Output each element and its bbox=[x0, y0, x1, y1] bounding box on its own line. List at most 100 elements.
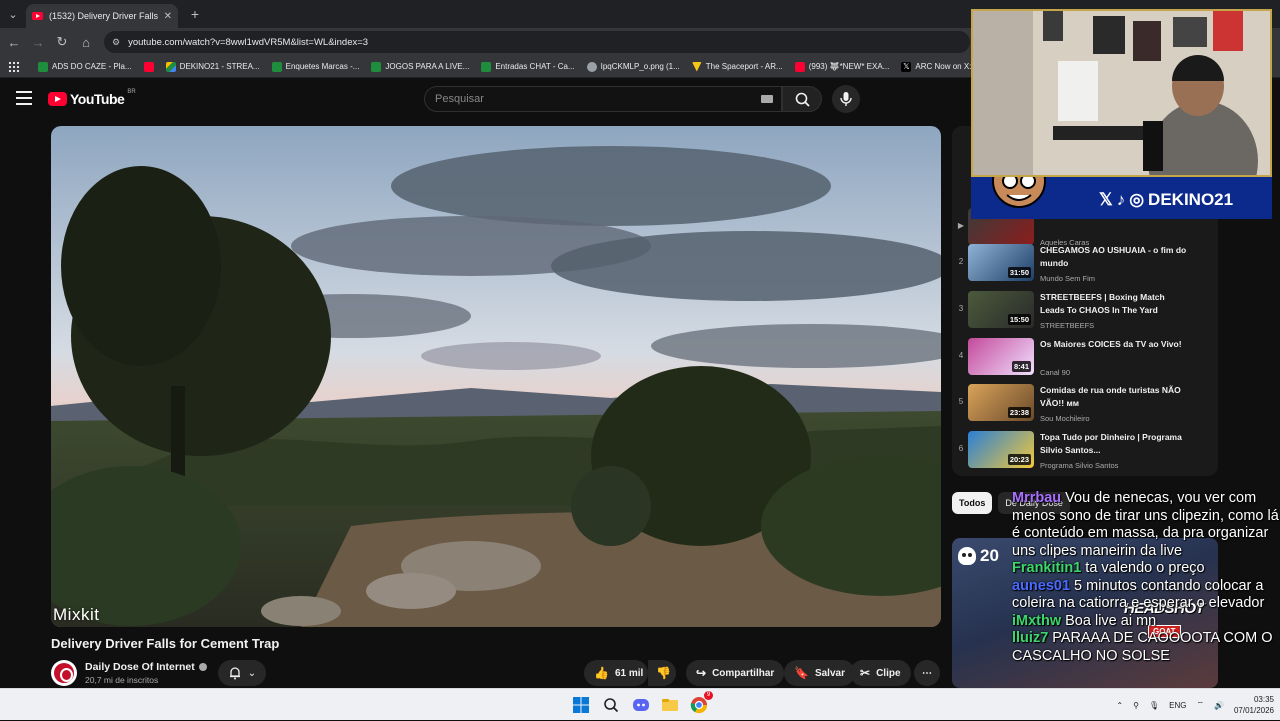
playlist-item[interactable]: 3 15:50 STREETBEEFS | Boxing Match Leads… bbox=[952, 289, 1218, 333]
search-button[interactable] bbox=[782, 86, 822, 112]
search-icon bbox=[795, 92, 810, 107]
streamer-webcam bbox=[971, 9, 1272, 177]
playlist-duration: 20:23 bbox=[1007, 454, 1031, 465]
tab-close-icon[interactable]: ✕ bbox=[164, 11, 172, 22]
keyboard-icon[interactable] bbox=[761, 95, 773, 103]
youtube-play-icon bbox=[48, 92, 67, 106]
bookmark-item[interactable]: JOGOS PARA A LIVE... bbox=[365, 58, 475, 76]
playlist-thumbnail: 15:50 bbox=[968, 291, 1034, 328]
playlist-index: 4 bbox=[958, 351, 964, 360]
address-bar[interactable]: ⚙ youtube.com/watch?v=8wwl1wdVR5M&list=W… bbox=[104, 31, 970, 53]
bookmark-item[interactable]: Entradas CHAT - Ca... bbox=[475, 58, 580, 76]
clock-time: 03:35 bbox=[1253, 695, 1274, 704]
bookmark-item[interactable]: Enquetes Marcas -... bbox=[266, 58, 366, 76]
more-actions-button[interactable]: ⋯ bbox=[914, 660, 940, 686]
like-count: 61 mil bbox=[614, 667, 644, 679]
bookmark-item[interactable]: DEKINO21 - STREA... bbox=[160, 58, 266, 76]
channel-avatar[interactable] bbox=[51, 660, 77, 686]
sheets-icon bbox=[481, 61, 492, 72]
volume-icon[interactable]: 🔊 bbox=[1214, 701, 1224, 710]
sheets-icon bbox=[38, 61, 48, 72]
site-info-icon[interactable]: ⚙ bbox=[112, 37, 120, 48]
file-explorer-icon[interactable] bbox=[661, 696, 679, 714]
bookmark-item[interactable]: The Spaceport - AR... bbox=[686, 58, 789, 76]
playlist-item[interactable]: 6 20:23 Topa Tudo por Dinheiro | Program… bbox=[952, 429, 1218, 473]
playlist-index: 6 bbox=[958, 444, 964, 453]
windows-start-icon[interactable] bbox=[572, 696, 590, 714]
stream-chat-overlay: Mrrbau Vou de nenecas, vou ver com menos … bbox=[1012, 490, 1280, 710]
youtube-icon bbox=[143, 61, 154, 72]
clock[interactable]: 03:35 07/01/2026 bbox=[1234, 694, 1274, 716]
playlist-title: Os Maiores COICES da TV ao Vivo! bbox=[1040, 339, 1182, 349]
playlist-channel: STREETBEEFS bbox=[1040, 321, 1095, 330]
chat-text: PARAAA DE CAOOOOTA COM O CASCALHO NO SOL… bbox=[1012, 630, 1273, 664]
like-button[interactable]: 👍 61 mil bbox=[584, 660, 648, 686]
share-label: Compartilhar bbox=[712, 667, 775, 679]
thumbs-up-icon: 👍 bbox=[594, 666, 609, 680]
bookmark-label: ADS DO CAZE - Pla... bbox=[52, 62, 132, 71]
streamer-avatar-icon bbox=[992, 177, 1046, 208]
browser-tab-active[interactable]: (1532) Delivery Driver Falls for C ✕ bbox=[26, 4, 178, 28]
share-button[interactable]: ↪ Compartilhar bbox=[686, 660, 785, 686]
playlist-item[interactable]: 5 23:38 Comidas de rua onde turistas NÃO… bbox=[952, 382, 1218, 426]
bookmark-item[interactable] bbox=[138, 58, 160, 76]
taskbar-search-icon[interactable] bbox=[602, 696, 620, 714]
save-button[interactable]: 🔖 Salvar bbox=[784, 660, 855, 686]
home-icon[interactable]: ⌂ bbox=[77, 33, 95, 51]
new-tab-icon[interactable]: + bbox=[186, 5, 204, 23]
playlist-channel: Programa Silvio Santos bbox=[1040, 461, 1119, 470]
bookmark-label: Enquetes Marcas -... bbox=[285, 62, 360, 71]
playlist-thumbnail: 23:38 bbox=[968, 384, 1034, 421]
notifications-button[interactable]: ⌄ bbox=[218, 660, 266, 686]
discord-icon[interactable] bbox=[632, 696, 650, 714]
channel-name-text: Daily Dose Of Internet bbox=[85, 661, 195, 673]
network-icon[interactable]: ⚲ bbox=[1133, 701, 1139, 710]
bookmark-item[interactable]: (993) 🐺*NEW* EXA... bbox=[789, 58, 896, 76]
language-indicator[interactable]: ENG bbox=[1169, 701, 1186, 710]
bookmark-icon: 🔖 bbox=[794, 666, 809, 680]
bookmark-label: The Spaceport - AR... bbox=[705, 62, 783, 71]
scissors-icon: ✂ bbox=[860, 666, 871, 680]
webcam-scene bbox=[973, 11, 1270, 175]
chrome-badge: 9 bbox=[704, 691, 713, 700]
wifi-icon[interactable]: ⌔ bbox=[1196, 700, 1204, 710]
bookmark-item[interactable]: ADS DO CAZE - Pla... bbox=[32, 58, 138, 76]
voice-search-button[interactable] bbox=[832, 85, 860, 113]
tray-overflow-icon[interactable]: ⌃ bbox=[1116, 701, 1123, 710]
playlist-duration: 15:50 bbox=[1007, 314, 1031, 325]
x-social-icon: 𝕏 bbox=[1099, 190, 1113, 209]
sheets-icon bbox=[271, 61, 282, 72]
playlist-index: 2 bbox=[958, 257, 964, 266]
tab-search-icon[interactable]: ⌄ bbox=[4, 5, 22, 23]
microphone-tray-icon[interactable]: 🎙 bbox=[1149, 701, 1159, 710]
hamburger-menu-icon[interactable] bbox=[16, 91, 32, 105]
chat-message: aunes01 5 minutos contando colocar a cole… bbox=[1012, 578, 1280, 613]
thumbs-down-icon: 👎 bbox=[656, 666, 671, 680]
dislike-button[interactable]: 👎 bbox=[648, 660, 676, 686]
bookmark-item[interactable]: IpqCKMLP_o.png (1... bbox=[581, 58, 686, 76]
playlist-item[interactable]: 4 8:41 Os Maiores COICES da TV ao Vivo! … bbox=[952, 336, 1218, 380]
chrome-icon[interactable]: 9 bbox=[690, 691, 713, 714]
search-input[interactable]: Pesquisar bbox=[424, 86, 782, 112]
tiktok-icon: ♪ bbox=[1116, 190, 1126, 209]
playlist-channel: Mundo Sem Fim bbox=[1040, 274, 1096, 283]
video-player[interactable]: Mixkit bbox=[51, 126, 941, 627]
youtube-logo[interactable]: YouTube BR bbox=[48, 89, 136, 107]
back-icon[interactable]: ← bbox=[5, 33, 23, 51]
save-label: Salvar bbox=[814, 667, 845, 679]
chip-all[interactable]: Todos bbox=[952, 492, 993, 514]
bookmark-label: DEKINO21 - STREA... bbox=[179, 62, 260, 71]
playlist-title: Comidas de rua onde turistas NÃO VÃO!! ᴍ… bbox=[1040, 385, 1181, 408]
clip-button[interactable]: ✂ Clipe bbox=[850, 660, 911, 686]
social-icons: 𝕏 ♪ ◎ DEKINO21 bbox=[1099, 190, 1233, 210]
chat-username: Frankitin1 bbox=[1012, 560, 1082, 576]
x-icon: 𝕏 bbox=[901, 61, 912, 72]
playlist-item[interactable]: 2 31:50 CHEGAMOS AO USHUAIA - o fim do m… bbox=[952, 242, 1218, 286]
forward-icon[interactable]: → bbox=[29, 33, 47, 51]
video-title: Delivery Driver Falls for Cement Trap bbox=[51, 636, 280, 651]
reload-icon[interactable]: ↻ bbox=[53, 33, 71, 51]
playlist-duration: 23:38 bbox=[1007, 407, 1031, 418]
apps-grid-icon[interactable] bbox=[8, 60, 20, 73]
verified-badge-icon bbox=[198, 663, 207, 671]
channel-name[interactable]: Daily Dose Of Internet bbox=[85, 661, 207, 673]
